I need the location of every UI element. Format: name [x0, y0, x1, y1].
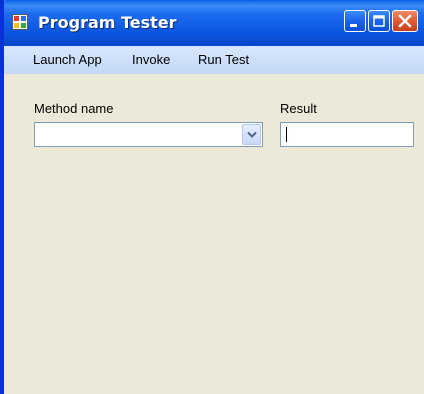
text-caret	[286, 127, 287, 142]
menu-item-launch-app[interactable]: Launch App	[33, 52, 102, 67]
minimize-button[interactable]	[344, 10, 366, 32]
minimize-icon	[350, 24, 357, 27]
app-window: Program Tester Launch App Invoke Run Tes…	[0, 0, 424, 394]
maximize-icon	[373, 15, 385, 27]
window-title: Program Tester	[38, 13, 177, 32]
result-field[interactable]	[280, 122, 414, 147]
method-name-combobox[interactable]	[34, 122, 263, 147]
close-button[interactable]	[392, 10, 418, 32]
method-name-label: Method name	[34, 101, 114, 116]
result-label: Result	[280, 101, 317, 116]
menu-item-invoke[interactable]: Invoke	[132, 52, 170, 67]
chevron-down-icon	[247, 131, 257, 138]
menu-item-run-test[interactable]: Run Test	[198, 52, 249, 67]
dropdown-button[interactable]	[242, 124, 261, 145]
menu-bar: Launch App Invoke Run Test	[4, 46, 424, 74]
title-bar[interactable]: Program Tester	[4, 0, 424, 46]
close-icon	[398, 14, 412, 28]
app-icon	[12, 14, 28, 30]
maximize-button[interactable]	[368, 10, 390, 32]
